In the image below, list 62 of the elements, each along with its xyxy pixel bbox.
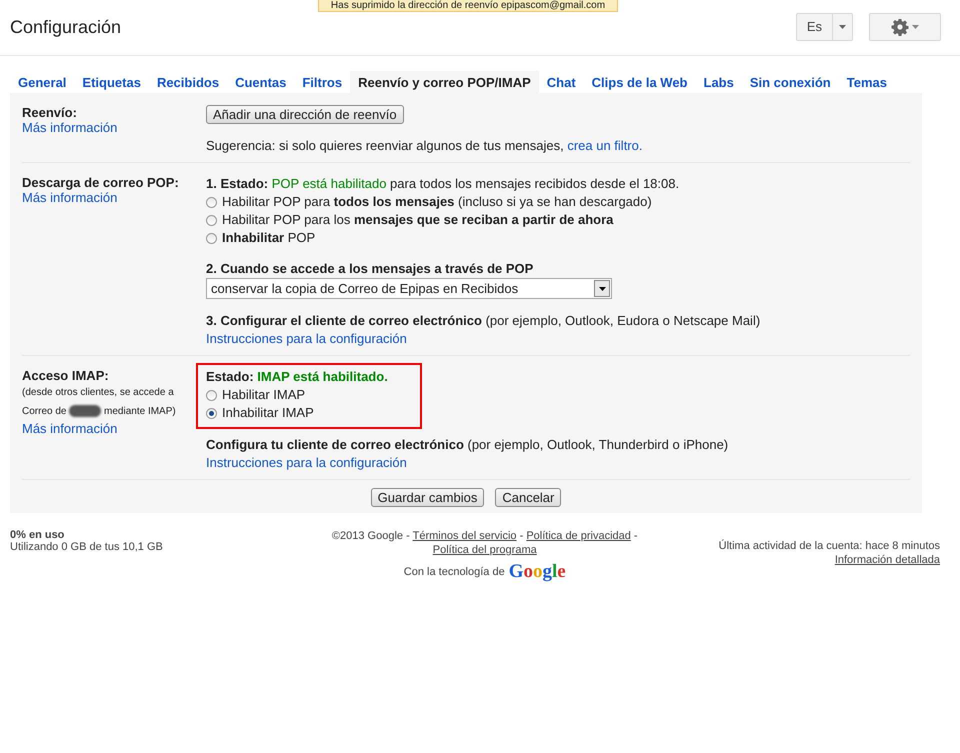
settings-tab[interactable]: Temas xyxy=(838,71,895,93)
radio-label[interactable]: Inhabilitar IMAP xyxy=(222,404,314,422)
save-button[interactable]: Guardar cambios xyxy=(370,488,484,507)
radio-label[interactable]: Habilitar POP para todos los mensajes (incluso si ya se han descargado) xyxy=(222,193,652,211)
create-filter-link[interactable]: crea un filtro. xyxy=(567,138,642,153)
status-text: 3. Configurar el cliente de correo electrónico (por ejemplo, Outlook, Eudora o Netscape Mail) xyxy=(206,312,760,330)
radio-button[interactable] xyxy=(206,390,217,400)
usage-text: 0% en uso xyxy=(10,529,66,541)
status-text: Sugerencia: si solo quieres reenviar algunos de tus mensajes, crea un filtro. xyxy=(206,137,642,155)
notification-banner: Has suprimido la dirección de reenvío epipascom@gmail.com xyxy=(318,0,618,12)
section-note: (desde otros clientes, se accede a Correo de mediante IMAP) xyxy=(22,386,177,420)
footer-link[interactable]: Política de privacidad xyxy=(526,530,631,542)
section-label: Acceso IMAP: xyxy=(22,368,110,383)
settings-button[interactable] xyxy=(869,13,941,41)
caret-icon xyxy=(598,286,606,290)
details-link[interactable]: Información detallada xyxy=(834,553,940,567)
settings-tab[interactable]: Chat xyxy=(538,71,584,93)
status-text: Configura tu cliente de correo electrónico (por ejemplo, Outlook, Thunderbird o iPhone) xyxy=(206,436,728,454)
language-button[interactable]: Es xyxy=(796,13,853,41)
radio-button[interactable] xyxy=(206,408,217,418)
footer-text: ©2013 Google - xyxy=(332,530,411,542)
more-info-link[interactable]: Más información xyxy=(22,190,118,205)
radio-button[interactable] xyxy=(206,232,217,244)
quota-text: Utilizando 0 GB de tus 10,1 GB xyxy=(10,541,163,553)
settings-tab[interactable]: General xyxy=(10,71,74,93)
powered-by-text: Con la tecnología de xyxy=(404,566,505,578)
status-text: 2. Cuando se accede a los mensajes a través de POP xyxy=(206,260,534,278)
instructions-link[interactable]: Instrucciones para la configuración xyxy=(206,455,407,470)
settings-tab[interactable]: Clips de la Web xyxy=(584,71,696,93)
caret-icon xyxy=(912,25,919,29)
cancel-button[interactable]: Cancelar xyxy=(495,488,562,507)
radio-button[interactable] xyxy=(206,196,217,208)
footer-text: - xyxy=(632,530,638,542)
footer-link[interactable]: Términos del servicio xyxy=(412,530,517,542)
section-label: Descarga de correo POP: xyxy=(22,175,180,190)
radio-label[interactable]: Habilitar POP para los mensajes que se reciban a partir de ahora xyxy=(222,211,614,229)
settings-tab[interactable]: Labs xyxy=(696,71,742,93)
google-logo: Google xyxy=(508,561,566,583)
footer-text: - xyxy=(518,530,524,542)
radio-button[interactable] xyxy=(206,214,217,226)
settings-tab[interactable]: Cuentas xyxy=(227,71,294,93)
more-info-link[interactable]: Más información xyxy=(22,120,118,135)
settings-tab[interactable]: Sin conexión xyxy=(742,71,839,93)
redacted-blur xyxy=(69,405,102,418)
instructions-link[interactable]: Instrucciones para la configuración xyxy=(206,331,407,346)
dropdown[interactable]: conservar la copia de Correo de Epipas en Recibidos xyxy=(206,278,612,299)
page-title: Configuración xyxy=(10,16,122,38)
settings-tab[interactable]: Reenvío y correo POP/IMAP xyxy=(350,71,539,93)
caret-icon xyxy=(839,25,846,29)
last-activity-text: Última actividad de la cuenta: hace 8 minutos xyxy=(718,539,940,553)
section-label: Reenvío: xyxy=(22,105,78,120)
footer-link[interactable]: Política del programa xyxy=(432,544,537,556)
more-info-link[interactable]: Más información xyxy=(22,421,118,436)
settings-icon xyxy=(891,18,909,36)
settings-tab[interactable]: Recibidos xyxy=(148,71,228,93)
radio-label[interactable]: Habilitar IMAP xyxy=(222,386,306,404)
status-text: Estado: IMAP está habilitado. xyxy=(206,368,388,386)
settings-tab[interactable]: Etiquetas xyxy=(74,71,149,93)
status-text: 1. Estado: POP está habilitado para todos los mensajes recibidos desde el 18:08. xyxy=(206,175,680,193)
settings-tab[interactable]: Filtros xyxy=(294,71,350,93)
add-forwarding-button[interactable]: Añadir una dirección de reenvío xyxy=(206,105,404,124)
radio-label[interactable]: Inhabilitar POP xyxy=(222,229,316,247)
